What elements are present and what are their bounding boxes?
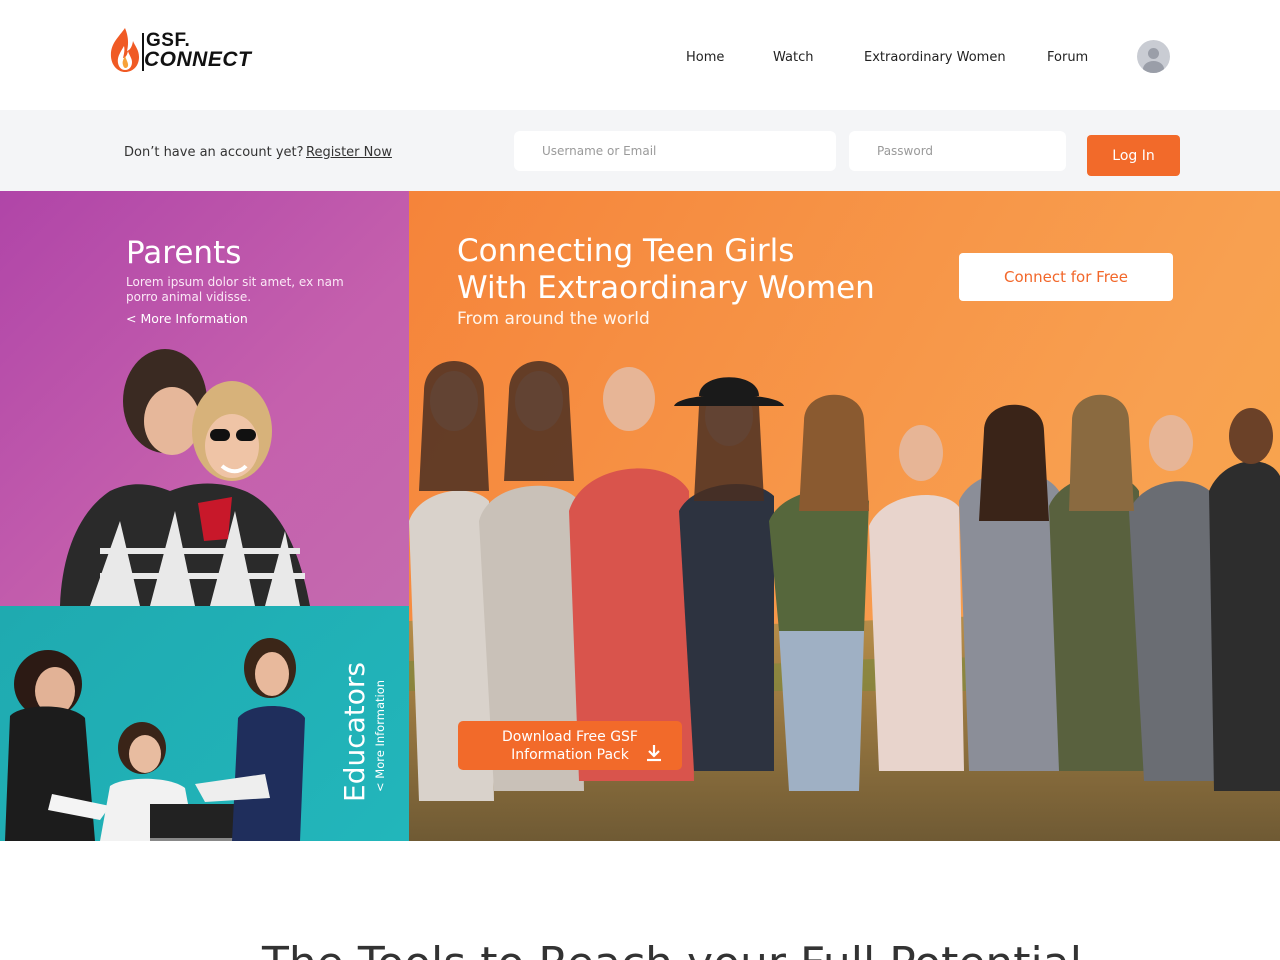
password-input[interactable] [849, 131, 1066, 171]
avatar-head [1148, 48, 1159, 59]
educators-more-info-link[interactable]: < More Information [373, 680, 387, 792]
hero-panel: Connecting Teen Girls With Extraordinary… [409, 191, 1280, 841]
hero-title-line1: Connecting Teen Girls [457, 233, 795, 269]
download-icon [647, 745, 661, 762]
nav-watch[interactable]: Watch [773, 50, 813, 65]
user-avatar[interactable] [1137, 40, 1170, 73]
gsf-connect-logo[interactable]: GSF. CONNECT [108, 26, 252, 76]
nav-forum[interactable]: Forum [1047, 50, 1088, 65]
no-account-text: Don’t have an account yet? [124, 145, 304, 160]
parents-photo [60, 349, 310, 606]
register-now-link[interactable]: Register Now [306, 145, 392, 160]
login-button[interactable]: Log In [1087, 135, 1180, 176]
download-label: Download Free GSF Information Pack [502, 728, 638, 764]
avatar-body [1143, 61, 1164, 73]
flame-icon [110, 28, 139, 72]
download-label-line2: Information Pack [511, 746, 629, 763]
username-input[interactable] [514, 131, 836, 171]
hero-title-line2: With Extraordinary Women [457, 270, 875, 306]
educators-panel[interactable]: Educators < More Information [0, 606, 409, 841]
hero-subtitle: From around the world [457, 309, 650, 329]
download-label-line1: Download Free GSF [502, 728, 638, 745]
parents-panel[interactable]: Parents Lorem ipsum dolor sit amet, ex n… [0, 191, 409, 606]
site-header: GSF. CONNECT Home Watch Extraordinary Wo… [0, 0, 1280, 110]
section-heading: The Tools to Reach your Full Potential [262, 938, 1082, 960]
connect-for-free-button[interactable]: Connect for Free [959, 253, 1173, 301]
nav-extraordinary-women[interactable]: Extraordinary Women [864, 50, 1006, 65]
login-bar: Don’t have an account yet? Register Now … [0, 110, 1280, 191]
nav-home[interactable]: Home [686, 50, 724, 65]
educators-title: Educators [338, 662, 371, 802]
logo-text-bottom: CONNECT [144, 48, 252, 71]
download-info-pack-button[interactable]: Download Free GSF Information Pack [458, 721, 682, 770]
hero-title: Connecting Teen Girls With Extraordinary… [457, 233, 927, 307]
